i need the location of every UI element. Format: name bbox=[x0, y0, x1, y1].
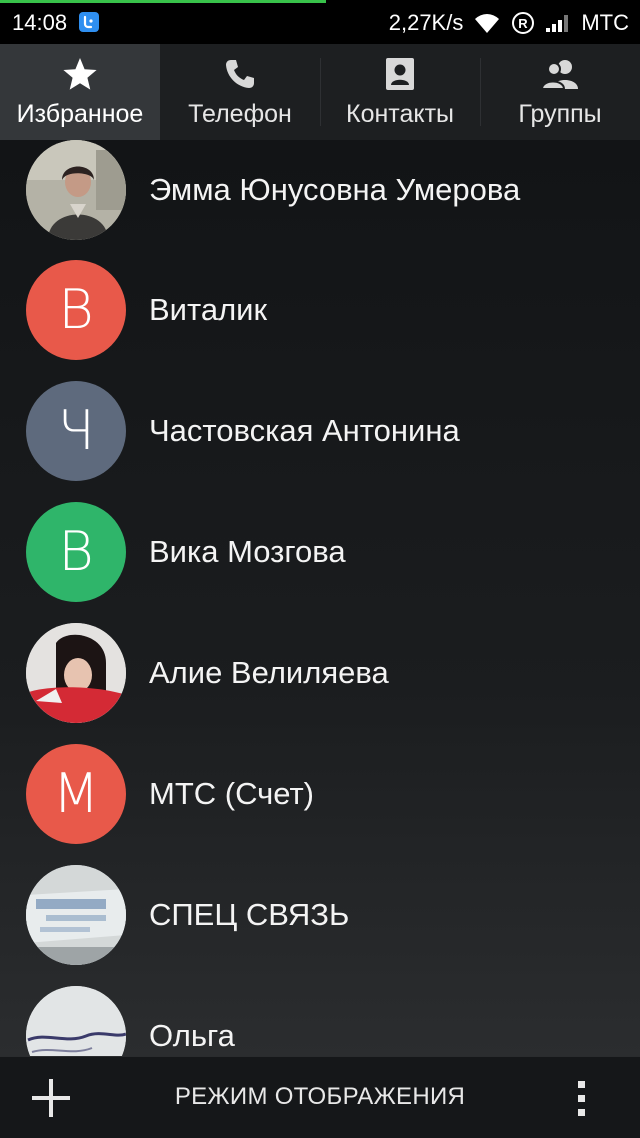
contact-name: Ольга bbox=[149, 1018, 235, 1053]
star-icon bbox=[60, 56, 100, 92]
roaming-icon: R bbox=[511, 11, 535, 35]
overflow-menu-icon bbox=[578, 1081, 585, 1116]
network-speed: 2,27K/s bbox=[388, 10, 464, 35]
avatar bbox=[26, 865, 126, 965]
bottom-action-bar: РЕЖИМ ОТОБРАЖЕНИЯ bbox=[0, 1056, 640, 1138]
status-time: 14:08 bbox=[12, 10, 68, 35]
contact-name: Алие Велиляева bbox=[149, 655, 389, 690]
list-item[interactable]: СПЕЦ СВЯЗЬ bbox=[0, 855, 640, 975]
add-favorite-button[interactable] bbox=[28, 1075, 74, 1121]
list-item[interactable]: В Виталик bbox=[0, 250, 640, 370]
contact-name: МТС (Счет) bbox=[149, 776, 315, 811]
avatar-letter: М bbox=[52, 762, 100, 825]
list-item[interactable]: Эмма Юнусовна Умерова bbox=[0, 140, 640, 250]
tab-contacts-label: Контакты bbox=[346, 100, 454, 128]
avatar bbox=[26, 140, 126, 240]
avatar: В bbox=[26, 502, 126, 602]
avatar-letter: В bbox=[58, 520, 94, 583]
avatar bbox=[26, 986, 126, 1056]
tab-contacts[interactable]: Контакты bbox=[320, 44, 480, 140]
download-progress-bar bbox=[0, 0, 327, 3]
avatar-letter: Ч bbox=[57, 399, 95, 462]
phone-icon bbox=[220, 56, 260, 92]
tab-groups-label: Группы bbox=[518, 100, 602, 128]
contact-name: СПЕЦ СВЯЗЬ bbox=[149, 897, 350, 932]
avatar-letter: В bbox=[58, 278, 94, 341]
status-right-group: 2,27K/s R МТС bbox=[389, 10, 629, 36]
list-item[interactable]: М МТС (Счет) bbox=[0, 734, 640, 854]
tab-bar: Избранное Телефон Контакты Группы bbox=[0, 44, 640, 140]
favorites-list[interactable]: Эмма Юнусовна Умерова В Виталик Ч Частов… bbox=[0, 140, 640, 1056]
tab-favorites[interactable]: Избранное bbox=[0, 44, 160, 140]
contact-name: Частовская Антонина bbox=[149, 413, 460, 448]
tab-phone-label: Телефон bbox=[188, 100, 292, 128]
contact-book-icon bbox=[380, 56, 420, 92]
avatar: М bbox=[26, 744, 126, 844]
overflow-menu-button[interactable] bbox=[568, 1075, 596, 1121]
display-mode-button[interactable]: РЕЖИМ ОТОБРАЖЕНИЯ bbox=[120, 1079, 520, 1115]
avatar: В bbox=[26, 260, 126, 360]
list-item[interactable]: Алие Велиляева bbox=[0, 613, 640, 733]
list-item[interactable]: Ольга bbox=[0, 976, 640, 1056]
contact-name: Эмма Юнусовна Умерова bbox=[149, 172, 521, 207]
contact-name: Виталик bbox=[149, 292, 268, 327]
avatar bbox=[26, 623, 126, 723]
signal-icon bbox=[545, 13, 571, 33]
list-item[interactable]: В Вика Мозгова bbox=[0, 492, 640, 612]
tab-groups[interactable]: Группы bbox=[480, 44, 640, 140]
wifi-icon bbox=[473, 12, 501, 34]
status-bar: 14:08 2,27K/s R МТС bbox=[0, 0, 640, 44]
plus-icon bbox=[32, 1079, 70, 1117]
contact-name: Вика Мозгова bbox=[149, 534, 346, 569]
tab-favorites-label: Избранное bbox=[16, 100, 144, 128]
svg-text:R: R bbox=[519, 16, 529, 31]
list-item[interactable]: Ч Частовская Антонина bbox=[0, 371, 640, 491]
avatar: Ч bbox=[26, 381, 126, 481]
tab-phone[interactable]: Телефон bbox=[160, 44, 320, 140]
carrier-name: МТС bbox=[581, 10, 629, 35]
group-icon bbox=[540, 56, 580, 92]
notification-app-icon bbox=[79, 12, 99, 32]
